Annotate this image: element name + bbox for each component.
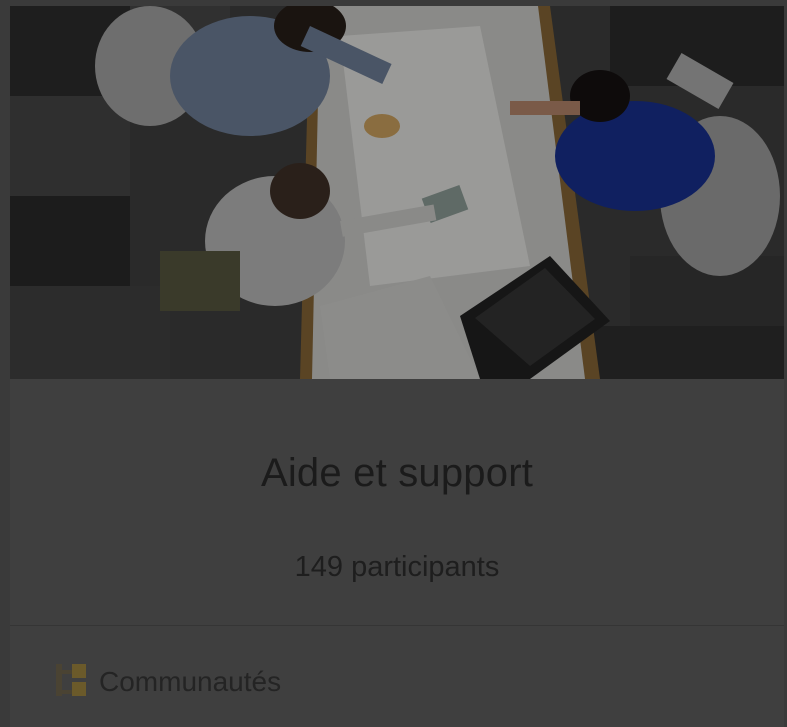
communities-icon — [54, 662, 88, 700]
page: Aide et support 149 participants Communa… — [0, 0, 787, 727]
community-title[interactable]: Aide et support — [10, 451, 784, 496]
community-image[interactable] — [10, 6, 784, 379]
communities-label[interactable]: Communautés — [99, 666, 281, 698]
card-body: Aide et support 149 participants — [10, 379, 784, 626]
meeting-photo — [10, 6, 784, 379]
participants-count: 149 participants — [294, 551, 500, 583]
card-footer[interactable]: Communautés — [10, 626, 784, 727]
community-card[interactable]: Aide et support 149 participants Communa… — [10, 6, 784, 727]
